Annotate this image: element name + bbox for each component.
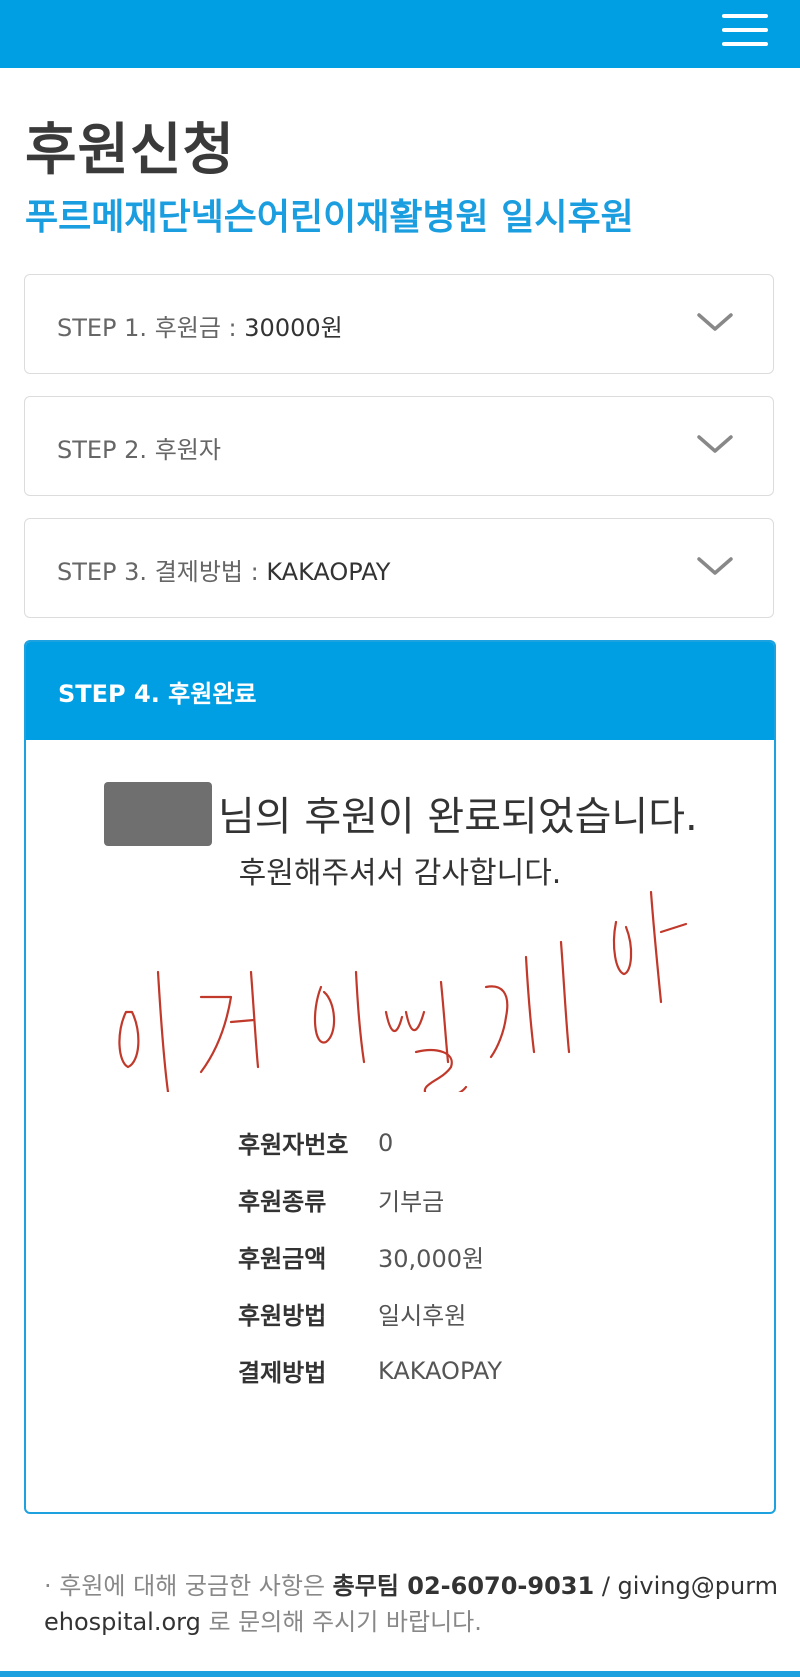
redacted-name [104, 782, 212, 846]
detail-value: 일시후원 [378, 1302, 467, 1330]
footer-suffix: 로 문의해 주시기 바랍니다. [200, 1608, 482, 1636]
step-4-panel: STEP 4. 후원완료 님의 후원이 완료되었습니다. 후원해주셔서 감사합니… [24, 640, 776, 1514]
step-3-value: KAKAOPAY [266, 558, 391, 586]
detail-row: 후원종류 기부금 [238, 1171, 502, 1228]
detail-row: 후원방법 일시후원 [238, 1285, 502, 1342]
page-subtitle: 푸르메재단넥슨어린이재활병원 일시후원 [25, 197, 634, 238]
step-1-title: STEP 1. 후원금 : [57, 314, 245, 342]
donation-details: 후원자번호 0 후원종류 기부금 후원금액 30,000원 후원방법 일시후원 … [238, 1114, 502, 1399]
chevron-down-icon[interactable] [697, 305, 733, 341]
detail-value: KAKAOPAY [378, 1356, 503, 1385]
detail-value: 0 [378, 1128, 394, 1157]
step-4-label: STEP 4. 후원완료 [58, 680, 257, 708]
footer-phone[interactable]: 02-6070-9031 [399, 1572, 594, 1600]
chevron-down-icon[interactable] [697, 549, 733, 585]
handwritten-annotation [118, 890, 688, 1092]
hamburger-menu-icon[interactable] [722, 14, 768, 52]
footer-team: 총무팀 [332, 1572, 399, 1600]
step-4-header[interactable]: STEP 4. 후원완료 [26, 642, 774, 740]
step-3-accordion[interactable]: STEP 3. 결제방법 : KAKAOPAY [24, 518, 774, 618]
step-1-accordion[interactable]: STEP 1. 후원금 : 30000원 [24, 274, 774, 374]
detail-label: 후원방법 [238, 1302, 327, 1330]
detail-value: 기부금 [378, 1188, 445, 1216]
page-title: 후원신청 [25, 118, 236, 183]
detail-row: 결제방법 KAKAOPAY [238, 1342, 502, 1399]
detail-label: 결제방법 [238, 1359, 327, 1387]
detail-value: 30,000원 [378, 1245, 485, 1273]
step-3-label: STEP 3. 결제방법 : KAKAOPAY [57, 552, 390, 587]
step-2-title: STEP 2. 후원자 [57, 436, 221, 464]
detail-label: 후원종류 [238, 1188, 327, 1216]
chevron-down-icon[interactable] [697, 427, 733, 463]
footer-separator: / [594, 1572, 618, 1600]
detail-row: 후원금액 30,000원 [238, 1228, 502, 1285]
detail-row: 후원자번호 0 [238, 1114, 502, 1171]
step-2-accordion[interactable]: STEP 2. 후원자 [24, 396, 774, 496]
detail-label: 후원자번호 [238, 1131, 349, 1159]
step-2-label: STEP 2. 후원자 [57, 430, 221, 465]
step-3-title: STEP 3. 결제방법 : [57, 558, 267, 586]
bottom-divider [0, 1671, 800, 1677]
footer-contact: · 후원에 대해 궁금한 사항은 총무팀 02-6070-9031 / givi… [44, 1568, 784, 1640]
completion-message: 님의 후원이 완료되었습니다. [218, 794, 698, 840]
step-1-label: STEP 1. 후원금 : 30000원 [57, 308, 343, 343]
top-bar [0, 0, 800, 68]
detail-label: 후원금액 [238, 1245, 327, 1273]
step-1-value: 30000원 [244, 314, 343, 342]
footer-prefix: · 후원에 대해 궁금한 사항은 [44, 1572, 333, 1600]
